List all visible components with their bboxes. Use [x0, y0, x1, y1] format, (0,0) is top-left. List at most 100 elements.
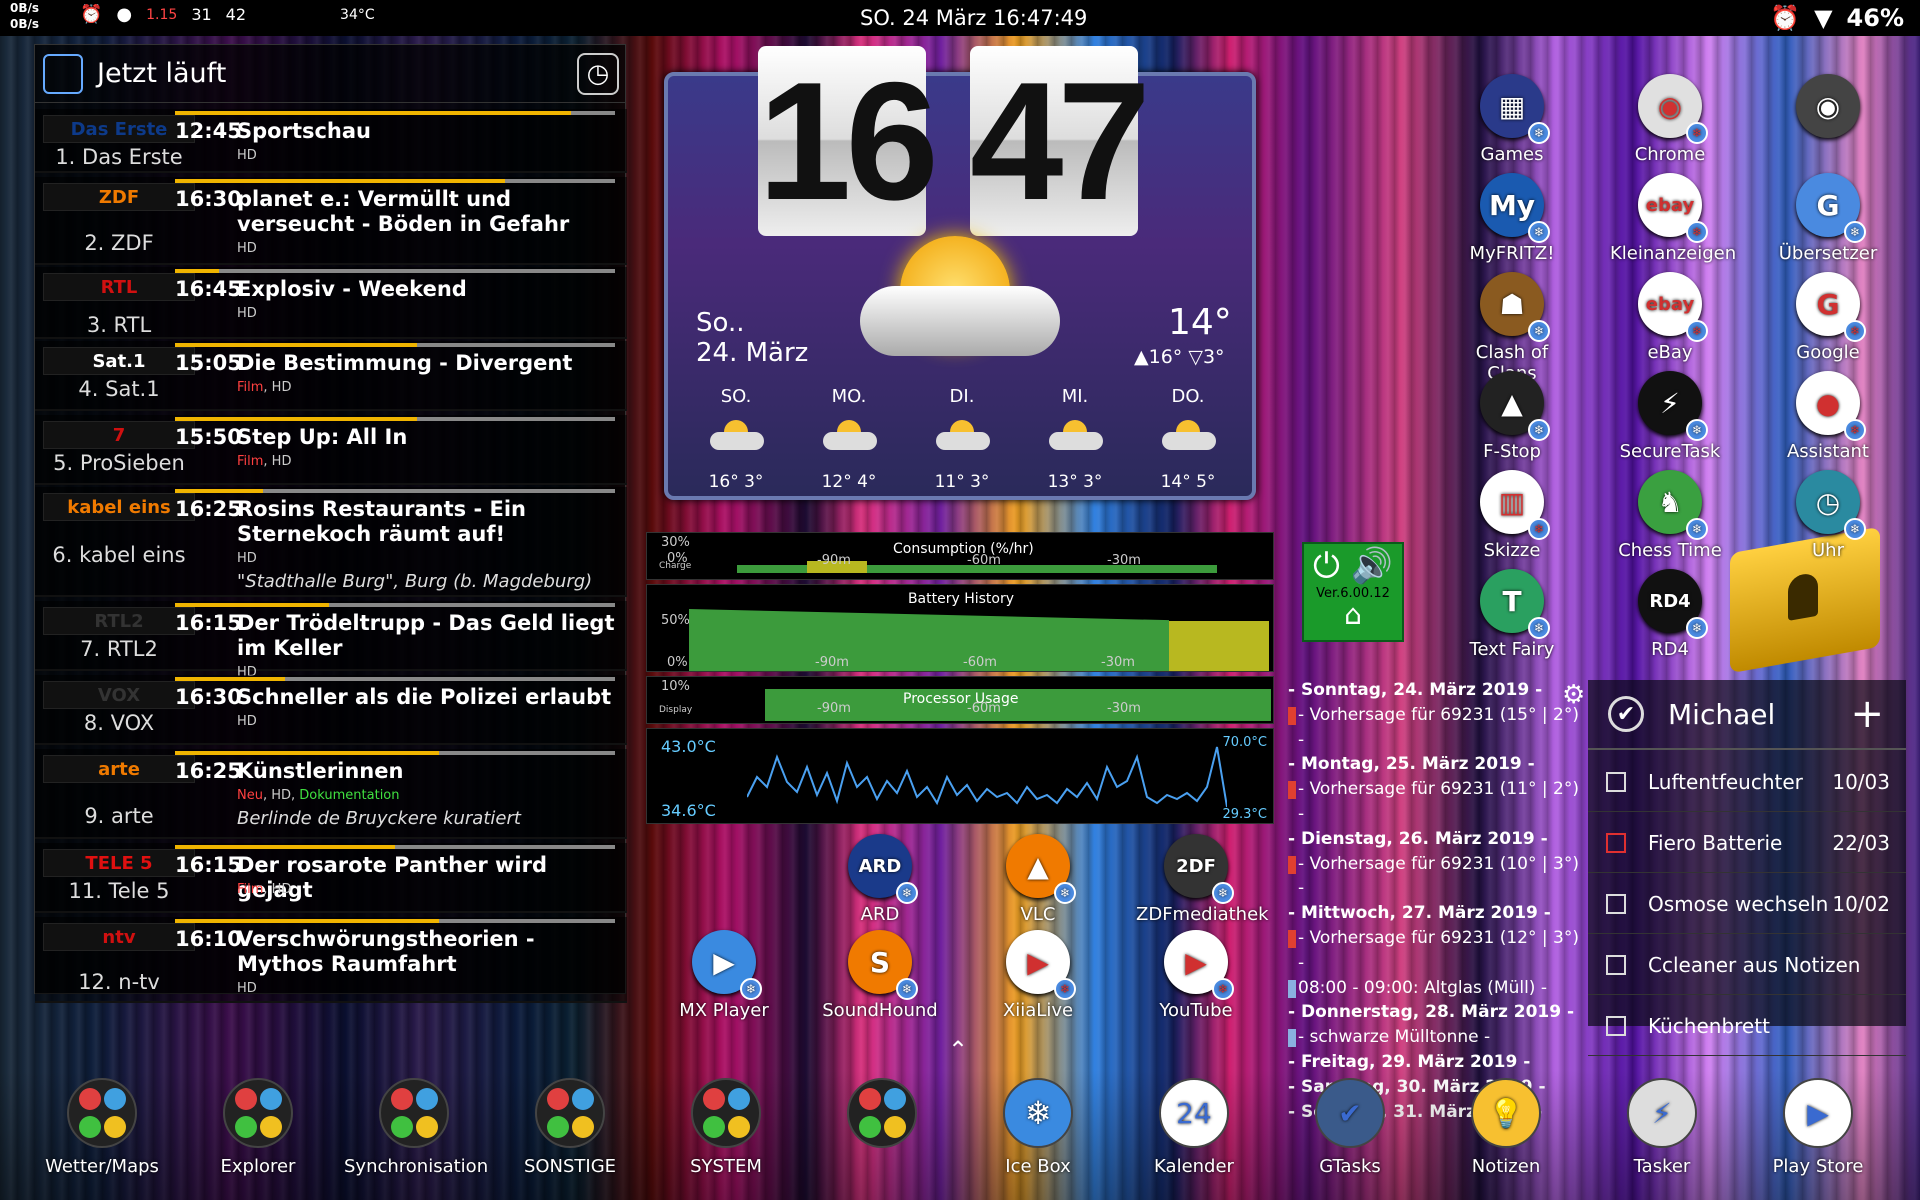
- calendar-entry[interactable]: - Montag, 25. März 2019 -: [1284, 752, 1580, 777]
- add-task-button[interactable]: +: [1850, 691, 1884, 737]
- task-item[interactable]: Ccleaner aus Notizen: [1588, 935, 1906, 995]
- progress-bar: [175, 343, 615, 347]
- tv-row[interactable]: Das Erste 1. Das Erste 12:45 Sportschau HD: [35, 109, 627, 173]
- calendar-entry[interactable]: - Vorhersage für 69231 (12° | 3°) -: [1284, 926, 1580, 976]
- tv-row[interactable]: ntv 12. n-tv 16:10 Verschwörungstheorien - …: [35, 917, 627, 1003]
- show-tags: Neu, HD, Dokumentation: [237, 788, 400, 803]
- task-checkbox[interactable]: [1606, 1015, 1626, 1036]
- tv-row[interactable]: TELE 5 11. Tele 5 16:15 Der rosarote Panthe…: [35, 843, 627, 913]
- dock-item[interactable]: [812, 1078, 952, 1156]
- task-item[interactable]: Luftentfeuchter 10/03: [1588, 752, 1906, 812]
- weather-hilo: ▲16° ▽3°: [1134, 346, 1225, 368]
- calendar-entry[interactable]: - schwarze Mülltonne -: [1284, 1025, 1580, 1050]
- temp-readout: 34°C: [340, 6, 375, 23]
- calendar-entry[interactable]: - Mittwoch, 27. März 2019 -: [1284, 901, 1580, 926]
- dock-item[interactable]: Wetter/Maps: [32, 1078, 172, 1177]
- app-icon[interactable]: G ❄ Google: [1768, 272, 1888, 363]
- app-glyph-icon: ▦ ❄: [1480, 74, 1550, 144]
- settings-gear-icon[interactable]: ⚙: [1562, 680, 1585, 710]
- app-icon[interactable]: RD4 ❄ RD4: [1610, 569, 1730, 660]
- app-icon[interactable]: ☗❄Clash of Clans: [1452, 272, 1572, 384]
- app-icon[interactable]: ebay ❄ Kleinanzeigen: [1610, 173, 1736, 264]
- app-glyph-icon: T ❄: [1480, 569, 1550, 639]
- dock-folder-icon: ❄: [1003, 1078, 1073, 1148]
- dock-item[interactable]: Synchronisation: [344, 1078, 488, 1177]
- app-icon[interactable]: ARD ❄ ARD: [820, 834, 940, 925]
- dock-item[interactable]: SONSTIGE: [500, 1078, 640, 1177]
- app-label: XiiaLive: [1002, 1000, 1074, 1021]
- show-tags: Film, HD: [237, 380, 292, 395]
- dock-item[interactable]: ⚡ Tasker: [1592, 1078, 1732, 1177]
- app-icon[interactable]: 2DF ❄ ZDFmediathek: [1136, 834, 1269, 925]
- dock-item[interactable]: 24 Kalender: [1124, 1078, 1264, 1177]
- tv-row[interactable]: arte 9. arte 16:25 Künstlerinnen Neu, HD, Do…: [35, 749, 627, 839]
- dock-label: GTasks: [1319, 1156, 1381, 1177]
- app-icon[interactable]: ▥ ❄ Skizze: [1452, 470, 1572, 561]
- dock-item[interactable]: ❄ Ice Box: [968, 1078, 1108, 1177]
- calendar-entry[interactable]: - Vorhersage für 69231 (10° | 3°) -: [1284, 852, 1580, 902]
- app-icon[interactable]: ▲ ❄ VLC: [978, 834, 1098, 925]
- weather-temp: 14°: [1168, 302, 1232, 343]
- app-icon[interactable]: ▶ ❄ YouTube: [1136, 930, 1256, 1021]
- app-icon[interactable]: ◉ ❄ Chrome: [1610, 74, 1730, 165]
- task-item[interactable]: Osmose wechseln 10/02: [1588, 874, 1906, 934]
- app-icon[interactable]: ▶ ❄ MX Player: [664, 930, 784, 1021]
- dock-item[interactable]: 💡 Notizen: [1436, 1078, 1576, 1177]
- dock-item[interactable]: SYSTEM: [656, 1078, 796, 1177]
- dock-folder-icon: [67, 1078, 137, 1148]
- show-tags: HD: [237, 551, 257, 566]
- app-drawer-chevron-icon[interactable]: ⌃: [948, 1036, 968, 1064]
- clock-weather-widget[interactable]: 16 47 So.. 24. März 14° ▲16° ▽3° SO. 16° …: [664, 46, 1256, 500]
- tv-row[interactable]: kabel eins 6. kabel eins 16:25 Rosins Resta…: [35, 487, 627, 597]
- app-icon[interactable]: My ❄ MyFRITZ!: [1452, 173, 1572, 264]
- app-icon[interactable]: ◷ ❄ Uhr: [1768, 470, 1888, 561]
- calendar-entry[interactable]: 08:00 - 09:00: Altglas (Müll) -: [1284, 976, 1580, 1001]
- tv-row[interactable]: ZDF 2. ZDF 16:30 planet e.: Vermüllt und ve…: [35, 177, 627, 265]
- calendar-entry[interactable]: - Dienstag, 26. März 2019 -: [1284, 827, 1580, 852]
- home-icon[interactable]: ⌂: [1304, 601, 1402, 629]
- progress-bar: [175, 111, 615, 115]
- tv-row[interactable]: 7 5. ProSieben 15:50 Step Up: All In Film, H…: [35, 415, 627, 485]
- app-icon[interactable]: ▲ ❄ F-Stop: [1452, 371, 1572, 462]
- app-icon[interactable]: ebay ❄ eBay: [1610, 272, 1730, 363]
- task-item[interactable]: Fiero Batterie 22/03: [1588, 813, 1906, 873]
- app-icon[interactable]: ◉: [1768, 74, 1888, 144]
- app-label: eBay: [1647, 342, 1693, 363]
- app-icon[interactable]: ▦ ❄ Games: [1452, 74, 1572, 165]
- task-checkbox[interactable]: [1606, 832, 1626, 853]
- show-tags: HD: [237, 148, 257, 163]
- app-icon[interactable]: S ❄ SoundHound: [820, 930, 940, 1021]
- app-icon[interactable]: ▶ ❄ XiiaLive: [978, 930, 1098, 1021]
- tv-row[interactable]: RTL 3. RTL 16:45 Explosiv - Weekend HD: [35, 267, 627, 339]
- show-time: 12:45: [175, 119, 242, 143]
- tv-row[interactable]: RTL2 7. RTL2 16:15 Der Trödeltrupp - Das Ge…: [35, 601, 627, 680]
- power-toggle-widget[interactable]: ⏻ 🔊 Ver.6.00.12 ⌂: [1302, 542, 1404, 642]
- app-label: VLC: [1020, 904, 1056, 925]
- clock-icon[interactable]: ◷: [577, 53, 619, 95]
- app-icon[interactable]: ● ❄ Assistant: [1768, 371, 1888, 462]
- calendar-entry[interactable]: - Sonntag, 24. März 2019 -: [1284, 678, 1580, 703]
- dock-item[interactable]: ▶ Play Store: [1748, 1078, 1888, 1177]
- app-glyph-icon: ARD ❄: [848, 834, 918, 904]
- calendar-entry[interactable]: - Vorhersage für 69231 (15° | 2°) -: [1284, 703, 1580, 753]
- app-label: YouTube: [1159, 1000, 1233, 1021]
- app-icon[interactable]: G ❄ Übersetzer: [1768, 173, 1888, 264]
- task-checkbox[interactable]: [1606, 954, 1626, 975]
- app-icon[interactable]: ♞ ❄ Chess Time: [1610, 470, 1730, 561]
- dock-folder-icon: [223, 1078, 293, 1148]
- dock-folder-icon: ▶: [1783, 1078, 1853, 1148]
- dock-item[interactable]: Explorer: [188, 1078, 328, 1177]
- task-item[interactable]: Küchenbrett: [1588, 996, 1906, 1056]
- app-label: Games: [1480, 144, 1544, 165]
- tasks-widget: ✔ Michael + Luftentfeuchter 10/03 Fiero Ba…: [1588, 680, 1906, 1056]
- power-icon[interactable]: ⏻ 🔊: [1304, 546, 1402, 586]
- tv-row[interactable]: Sat.1 4. Sat.1 15:05 Die Bestimmung - Diver…: [35, 341, 627, 411]
- calendar-entry[interactable]: - Vorhersage für 69231 (11° | 2°) -: [1284, 777, 1580, 827]
- dock-item[interactable]: ✔ GTasks: [1280, 1078, 1420, 1177]
- app-icon[interactable]: ⚡ ❄ SecureTask: [1610, 371, 1730, 462]
- calendar-entry[interactable]: - Donnerstag, 28. März 2019 -: [1284, 1000, 1580, 1025]
- task-checkbox[interactable]: [1606, 893, 1626, 914]
- task-checkbox[interactable]: [1606, 771, 1626, 792]
- tv-row[interactable]: VOX 8. VOX 16:30 Schneller als die Polizei …: [35, 675, 627, 745]
- app-icon[interactable]: T ❄ Text Fairy: [1452, 569, 1572, 660]
